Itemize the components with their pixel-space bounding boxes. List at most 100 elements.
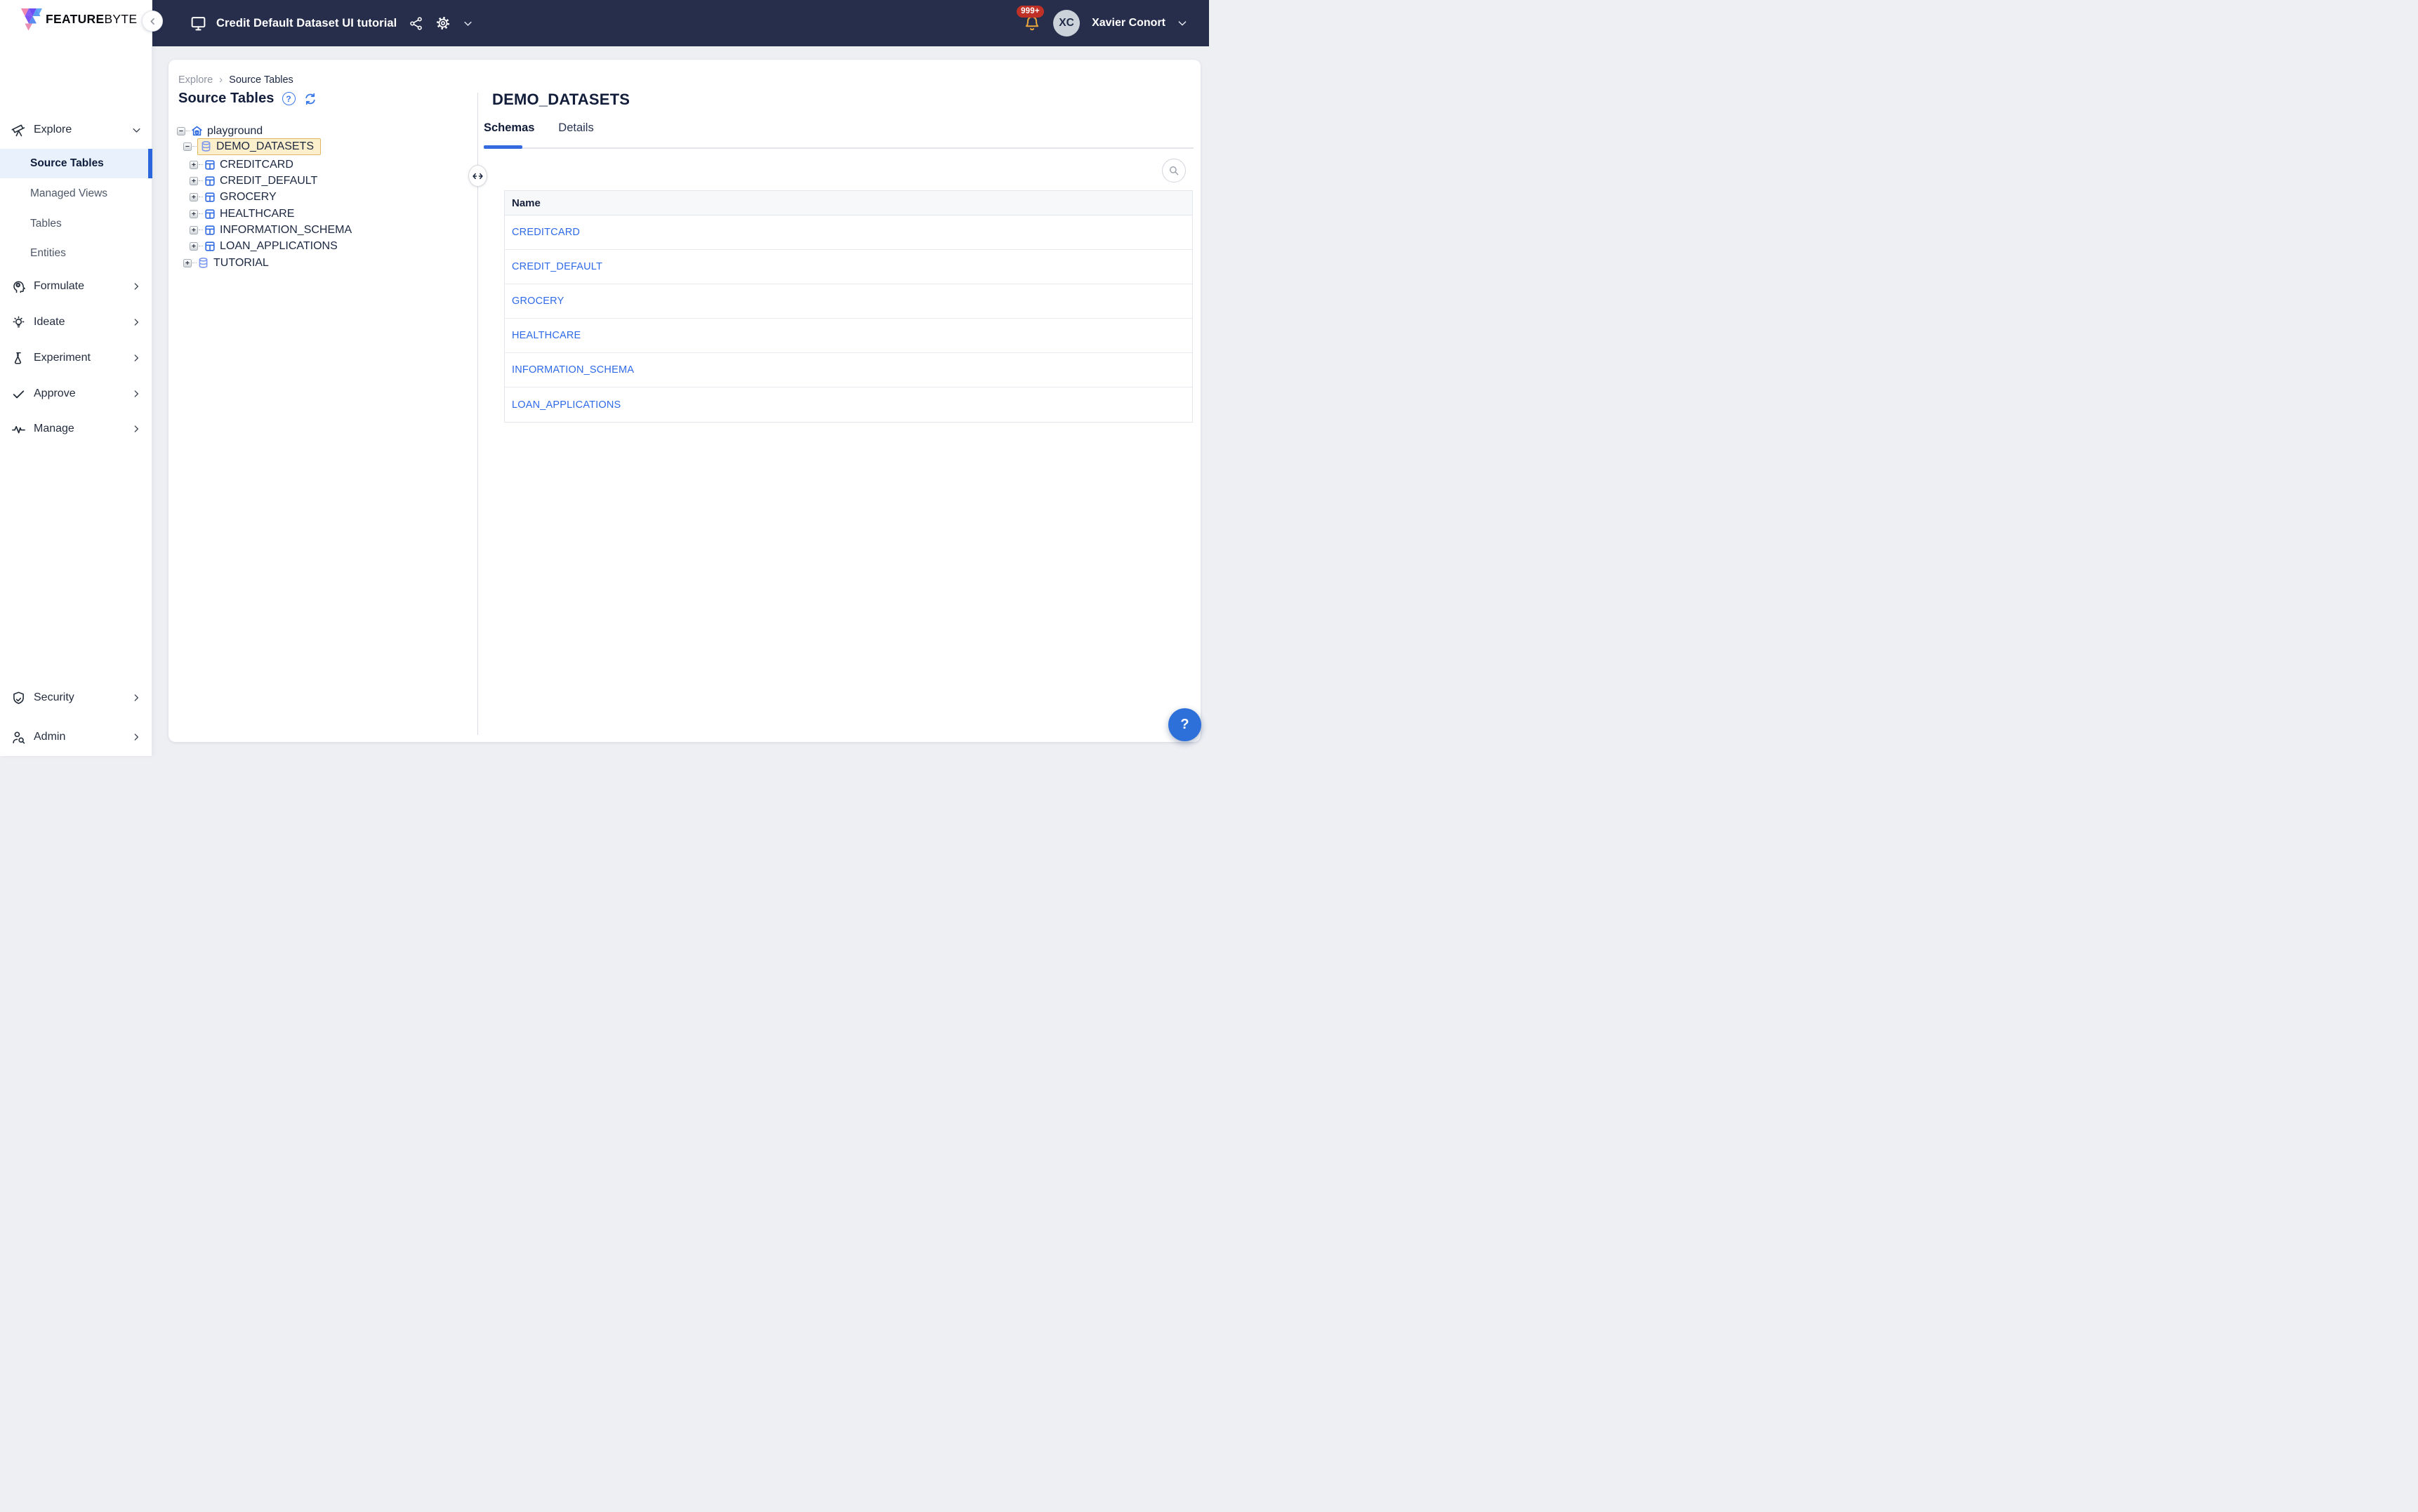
panel-heading: DEMO_DATASETS bbox=[492, 91, 630, 109]
sidebar-section-admin[interactable]: Admin bbox=[0, 722, 152, 752]
sidebar-section-security[interactable]: Security bbox=[0, 683, 152, 712]
schema-link[interactable]: INFORMATION_SCHEMA bbox=[512, 364, 634, 376]
table-row[interactable]: INFORMATION_SCHEMA bbox=[505, 353, 1192, 387]
table-row[interactable]: CREDITCARD bbox=[505, 215, 1192, 250]
sidebar-section-manage[interactable]: Manage bbox=[0, 414, 152, 444]
tree-row-demo-datasets[interactable]: − DEMO_DATASETS bbox=[183, 138, 321, 154]
schema-link[interactable]: CREDIT_DEFAULT bbox=[512, 261, 602, 272]
chevron-right-icon bbox=[131, 692, 142, 703]
settings-gear-icon[interactable] bbox=[435, 15, 451, 31]
featurebyte-wordmark: FEATUREBYTE bbox=[46, 12, 137, 27]
schemas-table: Name CREDITCARD CREDIT_DEFAULT GROCERY H… bbox=[504, 190, 1193, 423]
sidebar-section-approve[interactable]: Approve bbox=[0, 379, 152, 409]
table-row[interactable]: GROCERY bbox=[505, 284, 1192, 319]
project-chevron-down-icon[interactable] bbox=[463, 18, 473, 29]
tree-row-tutorial[interactable]: + TUTORIAL bbox=[183, 255, 269, 271]
tree-connector bbox=[192, 146, 197, 147]
tree-row-loan-applications[interactable]: + LOAN_APPLICATIONS bbox=[190, 238, 338, 254]
house-database-icon bbox=[191, 125, 203, 137]
shield-check-icon bbox=[11, 691, 26, 705]
sidebar-item-source-tables[interactable]: Source Tables bbox=[0, 149, 152, 178]
flask-icon bbox=[11, 351, 26, 366]
tree-expand-toggle[interactable]: + bbox=[190, 177, 198, 185]
sidebar-item-managed-views[interactable]: Managed Views bbox=[0, 179, 152, 208]
check-icon bbox=[11, 387, 26, 402]
search-button[interactable] bbox=[1162, 159, 1186, 183]
active-tab-underline bbox=[484, 145, 522, 149]
lightbulb-icon bbox=[11, 315, 26, 330]
sidebar-item-tables[interactable]: Tables bbox=[0, 209, 152, 239]
notification-badge: 999+ bbox=[1017, 6, 1044, 18]
chevron-right-icon bbox=[131, 352, 142, 364]
table-header-row: Name bbox=[505, 191, 1192, 215]
head-gear-icon bbox=[11, 279, 26, 294]
bell-icon bbox=[1024, 15, 1040, 32]
tree-row-healthcare[interactable]: + HEALTHCARE bbox=[190, 206, 294, 222]
tree-expand-toggle[interactable]: + bbox=[190, 226, 198, 234]
tree-expand-toggle[interactable]: + bbox=[190, 242, 198, 251]
refresh-icon[interactable] bbox=[303, 91, 318, 106]
tree-row-information-schema[interactable]: + INFORMATION_SCHEMA bbox=[190, 222, 352, 238]
tab-details[interactable]: Details bbox=[557, 121, 595, 140]
breadcrumb-current: Source Tables bbox=[229, 74, 293, 86]
sidebar-section-experiment[interactable]: Experiment bbox=[0, 343, 152, 373]
tree-selected-highlight[interactable]: DEMO_DATASETS bbox=[197, 138, 321, 155]
sidebar-section-ideate[interactable]: Ideate bbox=[0, 307, 152, 337]
breadcrumb: Explore › Source Tables bbox=[178, 74, 293, 86]
sidebar-item-entities[interactable]: Entities bbox=[0, 239, 152, 268]
tree-connector bbox=[199, 180, 203, 181]
schema-link[interactable]: HEALTHCARE bbox=[512, 330, 581, 341]
tree-label-tutorial[interactable]: TUTORIAL bbox=[213, 257, 269, 270]
table-grid-icon bbox=[204, 175, 216, 187]
breadcrumb-separator: › bbox=[219, 74, 223, 86]
database-icon bbox=[200, 140, 212, 152]
tree-collapse-toggle[interactable]: − bbox=[183, 142, 192, 151]
featurebyte-app: Credit Default Dataset UI tutorial bbox=[0, 0, 1209, 756]
help-fab-button[interactable]: ? bbox=[1168, 708, 1201, 741]
schema-link[interactable]: GROCERY bbox=[512, 296, 564, 307]
table-grid-icon bbox=[204, 191, 216, 203]
tree-row-creditcard[interactable]: + CREDITCARD bbox=[190, 157, 293, 173]
top-bar: Credit Default Dataset UI tutorial bbox=[0, 0, 1209, 46]
panel-resize-handle[interactable] bbox=[468, 165, 487, 187]
user-menu-chevron-down-icon[interactable] bbox=[1177, 18, 1188, 29]
tree-row-playground[interactable]: − playground bbox=[177, 123, 263, 139]
tree-label-playground[interactable]: playground bbox=[207, 125, 263, 138]
breadcrumb-explore[interactable]: Explore bbox=[178, 74, 213, 86]
notifications-button[interactable]: 999+ bbox=[1024, 15, 1040, 32]
schema-link[interactable]: CREDITCARD bbox=[512, 227, 580, 238]
tree-expand-toggle[interactable]: + bbox=[190, 161, 198, 169]
tabs: Schemas Details bbox=[484, 121, 595, 140]
project-title: Credit Default Dataset UI tutorial bbox=[216, 17, 397, 30]
sidebar: FEATUREBYTE Explore Source Tables bbox=[0, 0, 152, 756]
tree-collapse-toggle[interactable]: − bbox=[177, 127, 185, 135]
share-icon[interactable] bbox=[409, 16, 423, 31]
tree-row-grocery[interactable]: + GROCERY bbox=[190, 189, 277, 205]
tree-row-credit-default[interactable]: + CREDIT_DEFAULT bbox=[190, 173, 317, 189]
panel-divider bbox=[477, 93, 478, 735]
tree-label-demo-datasets[interactable]: DEMO_DATASETS bbox=[216, 140, 314, 153]
table-row[interactable]: LOAN_APPLICATIONS bbox=[505, 387, 1192, 422]
table-grid-icon bbox=[204, 208, 216, 220]
table-row[interactable]: HEALTHCARE bbox=[505, 319, 1192, 353]
pulse-icon bbox=[11, 422, 26, 437]
tab-schemas[interactable]: Schemas bbox=[484, 121, 522, 140]
tree-expand-toggle[interactable]: + bbox=[190, 193, 198, 201]
active-indicator-bar bbox=[148, 149, 152, 178]
help-icon[interactable]: ? bbox=[282, 92, 296, 105]
table-row[interactable]: CREDIT_DEFAULT bbox=[505, 250, 1192, 284]
user-avatar[interactable]: XC bbox=[1053, 10, 1080, 37]
schema-link[interactable]: LOAN_APPLICATIONS bbox=[512, 399, 621, 411]
resize-arrows-icon bbox=[472, 172, 484, 180]
collapse-sidebar-button[interactable] bbox=[142, 11, 163, 32]
tree-expand-toggle[interactable]: + bbox=[183, 259, 192, 267]
main-content-card: Explore › Source Tables Source Tables ? … bbox=[169, 60, 1201, 742]
table-grid-icon bbox=[204, 159, 216, 171]
chevron-right-icon bbox=[131, 388, 142, 399]
featurebyte-logo-mark bbox=[20, 8, 44, 31]
sidebar-section-formulate[interactable]: Formulate bbox=[0, 272, 152, 301]
tree-expand-toggle[interactable]: + bbox=[190, 210, 198, 218]
sidebar-section-explore[interactable]: Explore bbox=[0, 115, 152, 145]
user-name: Xavier Conort bbox=[1092, 17, 1165, 29]
table-grid-icon bbox=[204, 224, 216, 236]
